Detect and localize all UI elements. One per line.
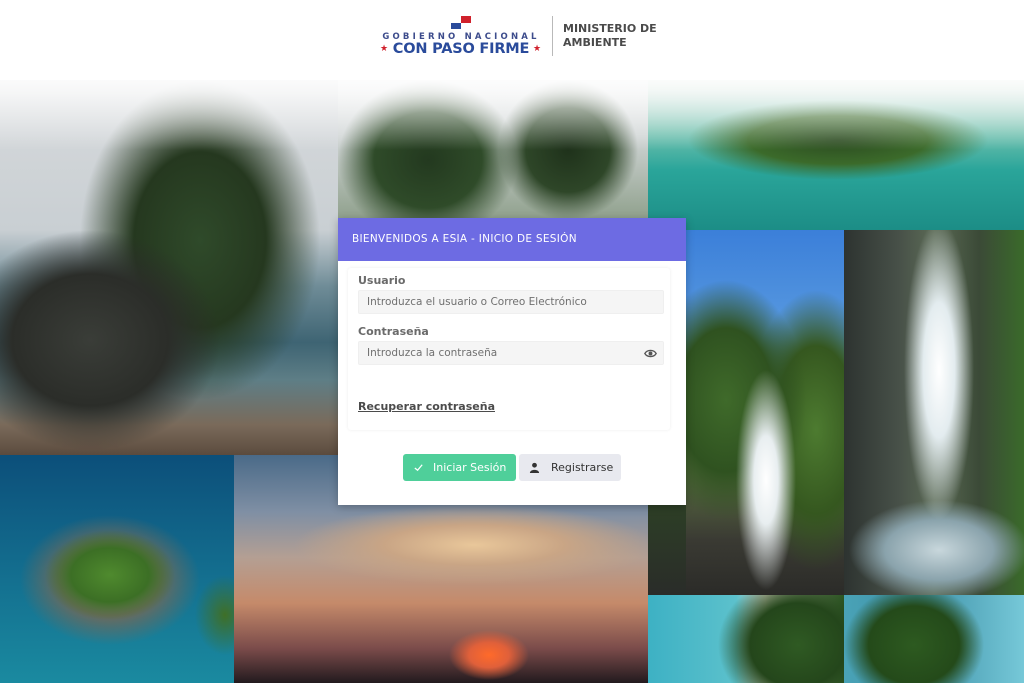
- login-button[interactable]: Iniciar Sesión: [403, 454, 516, 481]
- star-icon: ★: [533, 44, 542, 54]
- ministry-line-2: AMBIENTE: [563, 36, 627, 49]
- eye-icon[interactable]: [644, 348, 657, 359]
- header-divider: [552, 16, 553, 56]
- login-title: BIENVENIDOS A ESIA - INICIO DE SESIÓN: [338, 218, 686, 261]
- panama-flag-icon: [451, 16, 471, 29]
- check-icon: [414, 464, 423, 472]
- login-form: Usuario Introduzca el usuario o Correo E…: [348, 268, 670, 430]
- password-placeholder: Introduzca la contraseña: [367, 347, 498, 359]
- username-label: Usuario: [358, 274, 406, 287]
- site-header: GOBIERNO NACIONAL ★ CON PASO FIRME ★ MIN…: [0, 0, 1024, 80]
- username-input[interactable]: Introduzca el usuario o Correo Electróni…: [358, 290, 664, 314]
- register-button-label: Registrarse: [551, 461, 614, 474]
- password-input[interactable]: Introduzca la contraseña: [358, 341, 664, 365]
- user-icon: [529, 462, 540, 473]
- login-button-label: Iniciar Sesión: [433, 461, 507, 474]
- login-card: BIENVENIDOS A ESIA - INICIO DE SESIÓN Us…: [338, 218, 686, 505]
- photo-island-aerial: [0, 455, 234, 683]
- photo-beach-forest: [648, 595, 844, 683]
- password-label: Contraseña: [358, 325, 429, 338]
- recover-password-link[interactable]: Recuperar contraseña: [358, 400, 495, 413]
- photo-island-coast: [844, 595, 1024, 683]
- government-logo: GOBIERNO NACIONAL ★ CON PASO FIRME ★: [378, 14, 544, 64]
- brand-title: CON PASO FIRME: [392, 41, 530, 57]
- register-button[interactable]: Registrarse: [519, 454, 621, 481]
- photo-waterfall-blue-sky: [686, 230, 844, 595]
- username-placeholder: Introduzca el usuario o Correo Electróni…: [367, 296, 587, 308]
- ministry-line-1: MINISTERIO DE: [563, 22, 657, 35]
- ministry-name: MINISTERIO DE AMBIENTE: [563, 22, 683, 50]
- photo-waterfall-rocks: [844, 230, 1024, 595]
